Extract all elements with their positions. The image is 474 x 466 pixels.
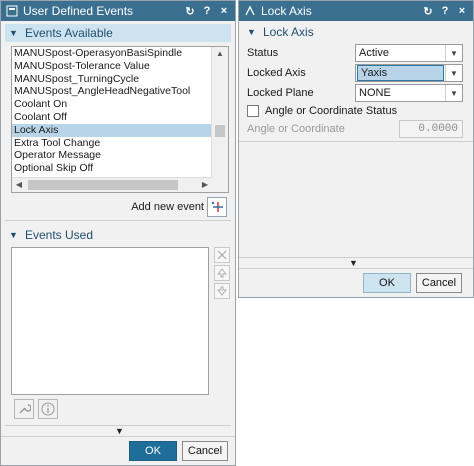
- lock-axis-icon: [243, 4, 257, 18]
- angle-field-label: Angle or Coordinate: [247, 123, 345, 135]
- locked-plane-select[interactable]: NONE ▼: [355, 84, 463, 102]
- events-available-list[interactable]: MANUSpost-OperasyonBasiSpindle MANUSpost-…: [11, 46, 229, 193]
- chevron-down-icon: ▼: [247, 27, 256, 37]
- events-used-header[interactable]: ▼ Events Used: [5, 226, 231, 244]
- divider: [1, 436, 235, 437]
- wrench-icon[interactable]: [14, 399, 34, 419]
- scroll-left-icon[interactable]: ◀: [12, 178, 26, 192]
- status-label: Status: [247, 47, 279, 59]
- info-icon[interactable]: [38, 399, 58, 419]
- scroll-up-icon[interactable]: ▲: [212, 47, 228, 61]
- events-available-header[interactable]: ▼ Events Available: [5, 24, 231, 42]
- right-dialog-title: Lock Axis: [261, 4, 312, 18]
- divider: [239, 268, 473, 269]
- help-icon[interactable]: ?: [200, 4, 214, 18]
- list-item[interactable]: Optional Skip Off: [12, 162, 212, 175]
- add-new-event-button[interactable]: [207, 197, 227, 217]
- chevron-down-icon: ▼: [445, 85, 462, 101]
- lock-axis-section-header[interactable]: ▼ Lock Axis: [243, 23, 469, 41]
- h-scroll-thumb[interactable]: [28, 180, 178, 190]
- close-icon[interactable]: ×: [455, 4, 469, 18]
- close-icon[interactable]: ×: [217, 4, 231, 18]
- left-titlebar[interactable]: User Defined Events ↻ ? ×: [1, 1, 235, 21]
- list-item[interactable]: MANUSpost-Tolerance Value: [12, 60, 212, 73]
- list-item[interactable]: MANUSpost_TurningCycle: [12, 73, 212, 86]
- angle-status-row: Angle or Coordinate Status: [247, 102, 467, 120]
- help-icon[interactable]: ?: [438, 4, 452, 18]
- ok-button[interactable]: OK: [129, 441, 177, 461]
- locked-axis-label: Locked Axis: [247, 67, 306, 79]
- ok-button[interactable]: OK: [363, 273, 411, 293]
- right-titlebar[interactable]: Lock Axis ↻ ? ×: [239, 1, 473, 21]
- angle-status-label: Angle or Coordinate Status: [265, 105, 398, 117]
- list-vertical-scrollbar[interactable]: ▲: [211, 47, 228, 178]
- list-item[interactable]: Operator Message: [12, 149, 212, 162]
- move-up-icon[interactable]: [214, 265, 230, 281]
- angle-coordinate-input[interactable]: 0.0000: [399, 120, 463, 138]
- list-item[interactable]: Lock Axis: [12, 123, 212, 137]
- reset-icon[interactable]: ↻: [183, 4, 197, 18]
- list-horizontal-scrollbar[interactable]: ◀ ▶: [12, 177, 212, 192]
- cancel-button[interactable]: Cancel: [416, 273, 462, 293]
- locked-axis-value: Yaxis: [357, 65, 444, 81]
- add-new-event-label: Add new event: [131, 201, 204, 213]
- left-dialog-title: User Defined Events: [23, 4, 134, 18]
- reset-icon[interactable]: ↻: [421, 4, 435, 18]
- list-item[interactable]: Extra Tool Change: [12, 137, 212, 150]
- locked-plane-label: Locked Plane: [247, 87, 314, 99]
- expand-more-icon[interactable]: ▼: [115, 426, 124, 436]
- divider: [239, 141, 473, 142]
- move-down-icon[interactable]: [214, 283, 230, 299]
- add-event-icon: [211, 201, 223, 212]
- divider: [5, 220, 231, 221]
- events-used-side-buttons: [214, 247, 230, 301]
- status-select[interactable]: Active ▼: [355, 44, 463, 62]
- chevron-down-icon: ▼: [445, 45, 462, 61]
- list-item[interactable]: Coolant On: [12, 98, 212, 111]
- expand-more-icon[interactable]: ▼: [349, 258, 358, 268]
- chevron-down-icon: ▼: [9, 28, 18, 38]
- user-defined-events-dialog: User Defined Events ↻ ? × ▼ Events Avail…: [0, 0, 236, 466]
- dialog-icon: [5, 4, 19, 18]
- scroll-right-icon[interactable]: ▶: [198, 178, 212, 192]
- add-new-event-row: Add new event: [131, 197, 227, 217]
- remove-icon[interactable]: [214, 247, 230, 263]
- cancel-button[interactable]: Cancel: [182, 441, 228, 461]
- lock-axis-dialog: Lock Axis ↻ ? × ▼ Lock Axis Status Activ…: [238, 0, 474, 298]
- events-used-list[interactable]: [11, 247, 209, 395]
- scroll-thumb[interactable]: [215, 125, 225, 137]
- angle-status-checkbox[interactable]: [247, 105, 259, 117]
- chevron-down-icon: ▼: [9, 230, 18, 240]
- list-item[interactable]: MANUSpost-OperasyonBasiSpindle: [12, 47, 212, 60]
- status-value: Active: [359, 47, 389, 59]
- locked-plane-value: NONE: [359, 87, 391, 99]
- scroll-corner: [212, 178, 228, 192]
- chevron-down-icon: ▼: [445, 65, 462, 81]
- list-item[interactable]: MANUSpost_AngleHeadNegativeTool: [12, 85, 212, 98]
- bottom-icon-row: [14, 399, 62, 419]
- locked-axis-select[interactable]: Yaxis ▼: [355, 64, 463, 82]
- list-item[interactable]: Coolant Off: [12, 111, 212, 124]
